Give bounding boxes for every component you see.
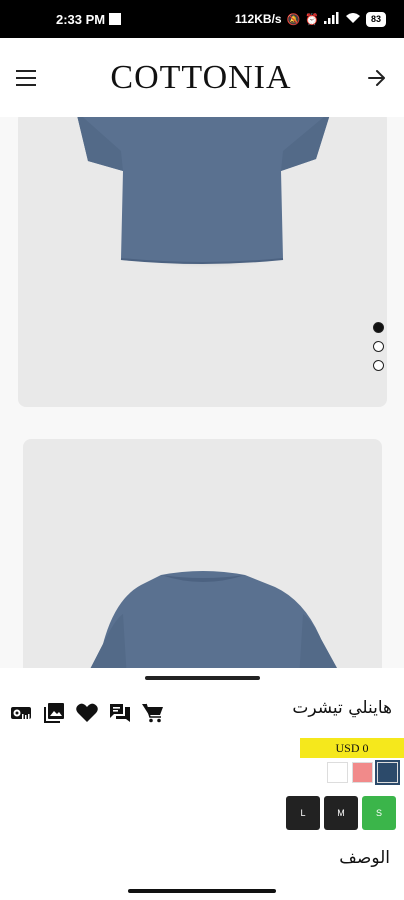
size-option-m[interactable]: M [324,796,358,830]
description-label: الوصف [339,848,390,868]
battery-icon: 83 [365,11,386,27]
carousel-dots [373,322,384,371]
size-option-s[interactable]: S [362,796,396,830]
status-time: 2:33 PM [56,11,106,27]
product-image-card[interactable] [18,117,387,407]
signal-icon [323,11,340,27]
heart-icon[interactable] [76,702,98,724]
cart-icon[interactable] [142,702,164,724]
color-swatch-pink[interactable] [352,762,373,783]
size-option-l[interactable]: L [286,796,320,830]
product-actions [10,702,164,724]
chat-icon[interactable] [109,702,131,724]
shirt-front-image [77,117,330,269]
network-speed: 112KB/s [234,12,282,26]
price-badge: USD 0 [300,738,404,758]
carousel-dot[interactable] [373,322,384,333]
status-bar: 2:33 PM 112KB/s 🔕 ⏰ 83 [0,0,404,38]
color-swatch-white[interactable] [327,762,348,783]
system-navigation-bar[interactable] [128,889,276,893]
product-image-card[interactable] [23,439,382,668]
size-chart-icon[interactable] [10,702,32,724]
product-image-gallery[interactable] [0,117,404,668]
shirt-back-image [90,571,337,668]
carousel-dot[interactable] [373,360,384,371]
wifi-icon [345,12,361,27]
hamburger-menu-icon[interactable] [16,69,36,86]
brand-logo: COTTONIA [110,58,292,96]
product-details-sheet: هاينلي تيشرت USD 0 L M S الوصف [0,668,404,900]
notification-icon [109,13,122,25]
app-header: COTTONIA [0,38,404,117]
product-title: هاينلي تيشرت [292,698,392,718]
sheet-drag-handle[interactable] [145,676,260,680]
carousel-dot[interactable] [373,341,384,352]
mute-icon: 🔕 [286,13,301,26]
arrow-right-icon[interactable] [366,67,388,89]
size-options: L M S [286,796,396,830]
color-swatches [327,760,400,785]
alarm-icon: ⏰ [305,13,319,26]
gallery-icon[interactable] [43,702,65,724]
status-indicators: 112KB/s 🔕 ⏰ 83 [234,11,386,27]
color-swatch-blue[interactable] [375,760,400,785]
